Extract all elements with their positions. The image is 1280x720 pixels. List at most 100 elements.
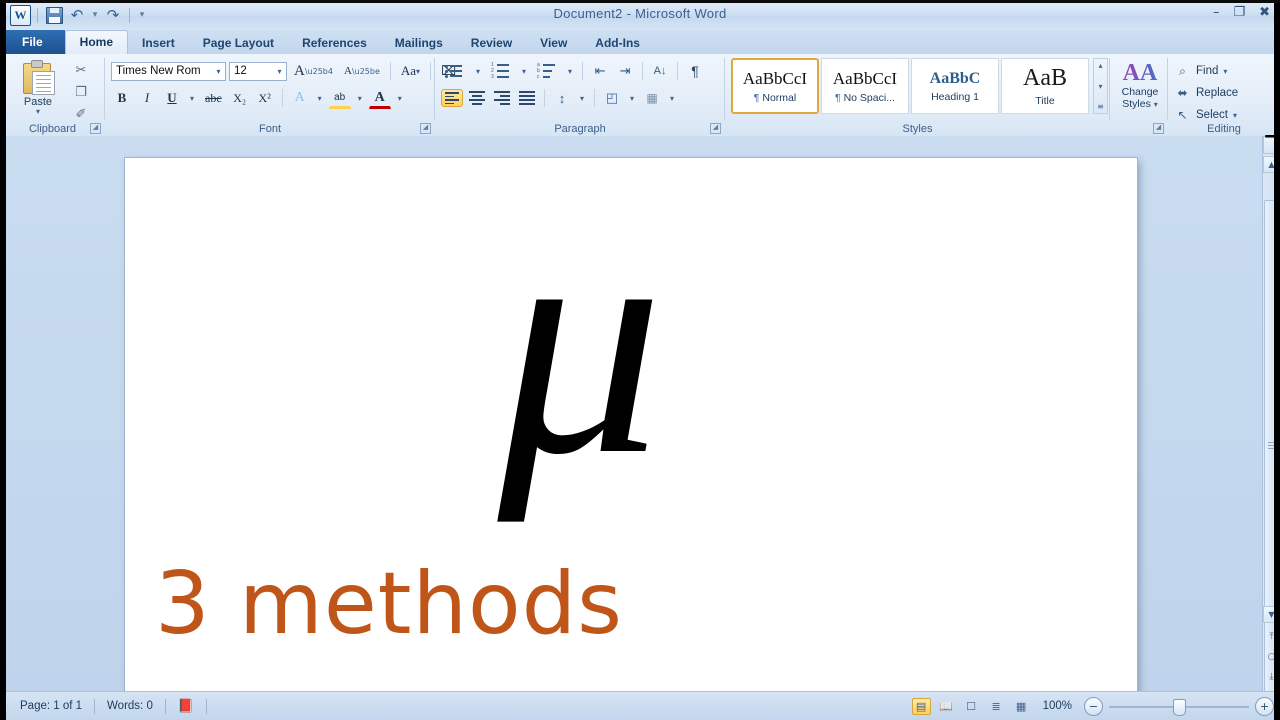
find-button[interactable]: ⌕ Find ▾: [1174, 60, 1227, 82]
font-name-input[interactable]: Times New Rom ▾: [111, 61, 226, 81]
replace-icon: ⬌: [1177, 86, 1188, 100]
styles-scroll-up-icon[interactable]: ▴: [1098, 61, 1102, 70]
minimize-button[interactable]: –: [1213, 5, 1220, 20]
bullets-dropdown-icon[interactable]: ▾: [472, 60, 484, 82]
shading-dropdown-icon[interactable]: ▾: [626, 87, 638, 109]
bullets-icon[interactable]: [441, 60, 469, 82]
font-color-dropdown-icon[interactable]: ▾: [394, 87, 406, 109]
text-effects-icon[interactable]: A: [289, 87, 311, 109]
align-right-icon[interactable]: [491, 89, 513, 107]
style-item-heading-1[interactable]: AaBbC Heading 1: [911, 58, 999, 114]
multilevel-list-icon[interactable]: abc: [533, 60, 561, 82]
clipboard-dialog-launcher[interactable]: ◢: [90, 123, 101, 134]
show-formatting-marks-icon[interactable]: ¶: [684, 60, 706, 82]
close-button[interactable]: ✖: [1259, 5, 1270, 20]
highlight-icon[interactable]: ab: [328, 87, 351, 109]
view-outline-icon[interactable]: ≣: [987, 698, 1006, 715]
styles-dialog-launcher[interactable]: ◢: [1153, 123, 1164, 134]
styles-gallery: AaBbCcI ¶ Normal AaBbCcI ¶ No Spaci... A…: [731, 58, 1091, 114]
tab-add-ins[interactable]: Add-Ins: [581, 32, 654, 54]
status-left: Page: 1 of 1 Words: 0 📕: [8, 692, 208, 720]
title-bar: W ↶ ▾ ↷ ▾ Document2 - Microsoft Word – ❐…: [0, 0, 1280, 31]
zoom-slider[interactable]: [1109, 698, 1249, 716]
style-name: Heading 1: [931, 90, 979, 103]
shrink-font-icon[interactable]: A \u25be: [340, 60, 384, 82]
view-web-layout-icon[interactable]: ☐: [962, 698, 981, 715]
style-item-normal[interactable]: AaBbCcI ¶ Normal: [731, 58, 819, 114]
style-item-no-spacing[interactable]: AaBbCcI ¶ No Spaci...: [821, 58, 909, 114]
ribbon-group-paragraph: ▾ 123 ▾ abc ▾ ⇤ ⇥ A↓ ¶ ↕ ▾ ◰ ▾ ▦ ▾ Parag…: [435, 54, 725, 136]
paste-dropdown-icon[interactable]: ▾: [14, 108, 62, 116]
numbering-icon[interactable]: 123: [487, 60, 515, 82]
cut-icon[interactable]: ✂: [66, 59, 96, 81]
zoom-slider-handle[interactable]: [1173, 698, 1186, 716]
tab-home[interactable]: Home: [64, 30, 129, 54]
align-left-icon[interactable]: [441, 89, 463, 107]
change-styles-button[interactable]: AA Change Styles ▾: [1114, 60, 1166, 111]
status-bar: Page: 1 of 1 Words: 0 📕 ▤ 📖 ☐ ≣ ▦ 100% −…: [0, 691, 1280, 720]
font-dialog-launcher[interactable]: ◢: [420, 123, 431, 134]
underline-dropdown-icon[interactable]: ▾: [186, 87, 198, 109]
strikethrough-icon[interactable]: abc: [201, 87, 226, 109]
tab-references[interactable]: References: [288, 32, 381, 54]
borders-icon[interactable]: ▦: [641, 87, 663, 109]
select-dropdown-icon[interactable]: ▾: [1233, 111, 1237, 120]
numbering-dropdown-icon[interactable]: ▾: [518, 60, 530, 82]
font-name-dropdown-icon[interactable]: ▾: [212, 67, 225, 76]
line-spacing-icon[interactable]: ↕: [551, 87, 573, 109]
word-count[interactable]: Words: 0: [95, 696, 165, 716]
find-dropdown-icon[interactable]: ▾: [1223, 67, 1227, 76]
proofing-icon[interactable]: 📕: [166, 696, 206, 716]
decrease-indent-icon[interactable]: ⇤: [589, 60, 611, 82]
font-name-value: Times New Rom: [116, 65, 201, 77]
tab-file[interactable]: File: [0, 30, 65, 54]
document-page[interactable]: μ 3 methods: [125, 158, 1137, 718]
style-name: Title: [1035, 95, 1055, 107]
view-draft-icon[interactable]: ▦: [1012, 698, 1031, 715]
zoom-level[interactable]: 100%: [1037, 700, 1078, 712]
tab-mailings[interactable]: Mailings: [381, 32, 457, 54]
line-spacing-dropdown-icon[interactable]: ▾: [576, 87, 588, 109]
restore-button[interactable]: ❐: [1233, 5, 1245, 20]
subscript-icon[interactable]: X₂: [229, 87, 251, 109]
increase-indent-icon[interactable]: ⇥: [614, 60, 636, 82]
font-size-dropdown-icon[interactable]: ▾: [273, 67, 286, 76]
borders-dropdown-icon[interactable]: ▾: [666, 87, 678, 109]
paragraph-dialog-launcher[interactable]: ◢: [710, 123, 721, 134]
zoom-out-button[interactable]: −: [1084, 696, 1103, 716]
style-preview: AaB: [1023, 65, 1067, 91]
multilevel-dropdown-icon[interactable]: ▾: [564, 60, 576, 82]
style-item-title[interactable]: AaB Title: [1001, 58, 1089, 114]
view-print-layout-icon[interactable]: ▤: [911, 697, 931, 715]
change-styles-label-2: Styles ▾: [1122, 98, 1158, 110]
italic-icon[interactable]: I: [136, 87, 158, 109]
view-full-screen-reading-icon[interactable]: 📖: [937, 698, 956, 715]
format-painter-icon[interactable]: ✐: [66, 103, 96, 125]
tab-review[interactable]: Review: [457, 32, 526, 54]
tab-view[interactable]: View: [526, 32, 581, 54]
grow-font-icon[interactable]: A \u25b4: [290, 60, 337, 82]
paste-button[interactable]: Paste ▾: [14, 60, 62, 116]
page-indicator[interactable]: Page: 1 of 1: [8, 696, 94, 716]
change-case-icon[interactable]: Aa ▾: [397, 60, 424, 82]
bold-icon[interactable]: B: [111, 87, 133, 109]
copy-icon[interactable]: ❐: [66, 81, 96, 103]
tab-insert[interactable]: Insert: [128, 32, 189, 54]
sort-icon[interactable]: A↓: [649, 60, 671, 82]
justify-icon[interactable]: [516, 89, 538, 107]
font-row-1: Times New Rom ▾ 12 ▾ A \u25b4 A \u25be Aa ▾…: [111, 60, 460, 82]
font-size-input[interactable]: 12 ▾: [229, 61, 287, 81]
styles-scroll-down-icon[interactable]: ▾: [1098, 82, 1102, 91]
highlight-dropdown-icon[interactable]: ▾: [354, 87, 366, 109]
tab-page-layout[interactable]: Page Layout: [189, 32, 288, 54]
shading-icon[interactable]: ◰: [601, 87, 623, 109]
text-effects-dropdown-icon[interactable]: ▾: [314, 87, 326, 109]
status-right: ▤ 📖 ☐ ≣ ▦ 100% − +: [911, 692, 1274, 720]
styles-more-icon[interactable]: ≡: [1097, 102, 1104, 111]
align-center-icon[interactable]: [466, 89, 488, 107]
font-color-icon[interactable]: A: [368, 87, 391, 109]
underline-icon[interactable]: U: [161, 87, 183, 109]
replace-button[interactable]: ⬌ Replace: [1174, 82, 1238, 104]
zoom-in-button[interactable]: +: [1255, 696, 1274, 716]
superscript-icon[interactable]: X²: [254, 87, 276, 109]
